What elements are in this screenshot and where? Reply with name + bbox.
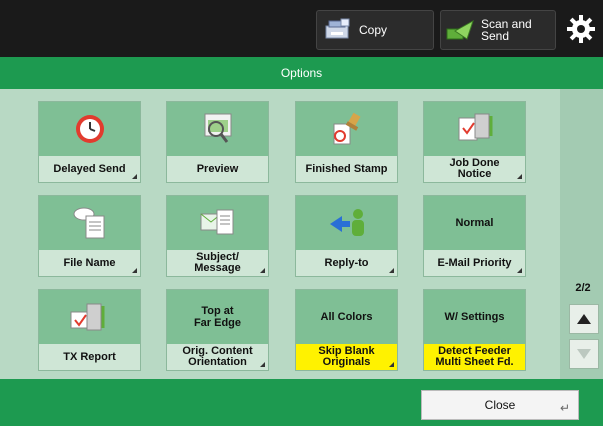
submenu-indicator-icon	[132, 268, 137, 273]
copier-icon	[325, 18, 350, 39]
detect-feeder-multi-sheet-value: W/ Settings	[444, 311, 505, 323]
submenu-indicator-icon	[389, 268, 394, 273]
tx-report-tile[interactable]: TX Report	[38, 289, 141, 371]
job-done-icon	[458, 113, 492, 141]
email-priority-tile[interactable]: Normal E-Mail Priority	[423, 195, 526, 277]
close-button[interactable]: Close ↵	[421, 390, 579, 420]
tx-report-icon	[70, 303, 104, 331]
file-name-tile[interactable]: File Name	[38, 195, 141, 277]
close-label: Close	[484, 398, 516, 412]
return-arrow-icon: ↵	[559, 401, 570, 415]
pager-panel	[560, 89, 603, 379]
scan-send-label: Scan and Send	[481, 17, 532, 43]
delayed-send-tile[interactable]: Delayed Send	[38, 101, 141, 183]
clock-icon	[75, 115, 104, 143]
top-bar: Copy Scan and Send	[0, 0, 603, 57]
triangle-up-icon	[577, 314, 591, 324]
email-priority-value: Normal	[455, 217, 494, 229]
reply-to-label: Reply-to	[296, 250, 397, 276]
finished-stamp-label: Finished Stamp	[296, 156, 397, 182]
copy-button[interactable]: Copy	[316, 10, 434, 50]
delayed-send-label: Delayed Send	[39, 156, 140, 182]
detect-feeder-multi-sheet-tile[interactable]: W/ Settings Detect Feeder Multi Sheet Fd…	[423, 289, 526, 371]
reply-to-icon	[329, 209, 364, 236]
subject-message-icon	[200, 209, 233, 235]
stamp-icon	[333, 112, 360, 145]
file-name-icon	[73, 207, 104, 239]
submenu-indicator-icon	[389, 362, 394, 367]
submenu-indicator-icon	[260, 268, 265, 273]
email-priority-label: E-Mail Priority	[424, 250, 525, 276]
scroll-up-button[interactable]	[569, 304, 599, 334]
scroll-down-button[interactable]	[569, 339, 599, 369]
job-done-notice-tile[interactable]: Job Done Notice	[423, 101, 526, 183]
scan-send-icon	[446, 19, 474, 40]
options-screen: Copy Scan and Send Options Delayed Send …	[0, 0, 603, 426]
job-done-notice-label: Job Done Notice	[424, 156, 525, 182]
submenu-indicator-icon	[132, 174, 137, 179]
skip-blank-originals-value: All Colors	[320, 311, 373, 323]
submenu-indicator-icon	[517, 268, 522, 273]
options-grid: Delayed Send Preview Finished Stamp Job …	[0, 89, 560, 379]
submenu-indicator-icon	[260, 362, 265, 367]
file-name-label: File Name	[39, 250, 140, 276]
orig-content-orientation-tile[interactable]: Top at Far Edge Orig. Content Orientatio…	[166, 289, 269, 371]
copy-label: Copy	[359, 23, 388, 37]
triangle-down-icon	[577, 349, 591, 359]
page-indicator: 2/2	[575, 282, 591, 294]
skip-blank-originals-tile[interactable]: All Colors Skip Blank Originals	[295, 289, 398, 371]
detect-feeder-multi-sheet-label: Detect Feeder Multi Sheet Fd.	[424, 344, 525, 370]
subject-message-tile[interactable]: Subject/ Message	[166, 195, 269, 277]
options-header: Options	[0, 57, 603, 89]
skip-blank-originals-label: Skip Blank Originals	[296, 344, 397, 370]
orig-content-orientation-value: Top at Far Edge	[193, 305, 242, 329]
finished-stamp-tile[interactable]: Finished Stamp	[295, 101, 398, 183]
preview-icon	[204, 113, 231, 143]
submenu-indicator-icon	[517, 174, 522, 179]
preview-tile[interactable]: Preview	[166, 101, 269, 183]
scan-and-send-button[interactable]: Scan and Send	[440, 10, 556, 50]
subject-message-label: Subject/ Message	[167, 250, 268, 276]
tx-report-label: TX Report	[39, 344, 140, 370]
preview-label: Preview	[167, 156, 268, 182]
orig-content-orientation-label: Orig. Content Orientation	[167, 344, 268, 370]
settings-gear-icon[interactable]	[566, 14, 596, 44]
reply-to-tile[interactable]: Reply-to	[295, 195, 398, 277]
